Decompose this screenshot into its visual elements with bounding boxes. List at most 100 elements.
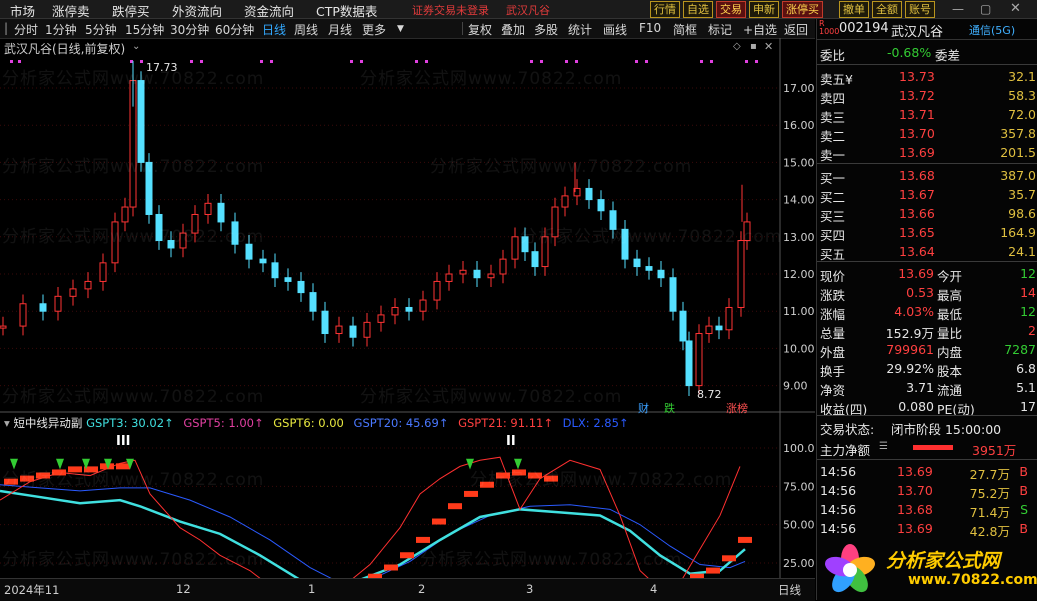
tool-back[interactable]: 返回 <box>784 21 808 38</box>
ask-row[interactable]: 卖三 13.71 72.0 <box>817 105 1037 125</box>
candle[interactable] <box>111 221 119 264</box>
stat-row[interactable]: 涨跌 0.53 最高 14 <box>817 283 1037 303</box>
tool-draw-line[interactable]: 画线 <box>603 21 627 38</box>
mainflow-menu-icon[interactable]: ☰ <box>879 441 888 452</box>
candle[interactable] <box>695 333 703 387</box>
window-restore-icon[interactable]: ▢ <box>980 2 991 16</box>
ask-row[interactable]: 卖四 13.72 58.3 <box>817 86 1037 106</box>
menu-item-limitup-sell[interactable]: 涨停卖 <box>52 1 90 20</box>
candle[interactable] <box>245 243 253 260</box>
candle[interactable] <box>473 269 481 279</box>
badge-finance[interactable]: 财 <box>638 400 649 416</box>
btn-cancel-order[interactable]: 撤单 <box>839 1 869 18</box>
candle[interactable] <box>679 310 687 342</box>
candle[interactable] <box>551 206 559 238</box>
candle[interactable] <box>271 262 279 279</box>
candle[interactable] <box>585 187 593 201</box>
menu-item-market[interactable]: 市场 <box>10 1 35 20</box>
candle[interactable] <box>633 258 641 268</box>
tool-restore-rights[interactable]: 复权 <box>468 21 492 38</box>
candle[interactable] <box>499 258 507 275</box>
candle[interactable] <box>669 277 677 312</box>
candle[interactable] <box>737 240 745 308</box>
diamond-icon[interactable]: ◇ <box>733 41 741 52</box>
candle[interactable] <box>284 277 292 282</box>
tool-add-watchlist[interactable]: +自选 <box>743 21 777 38</box>
candle[interactable] <box>145 161 153 215</box>
candle[interactable] <box>121 206 129 223</box>
login-notice[interactable]: 证券交易未登录 <box>412 2 489 18</box>
candle[interactable] <box>419 299 427 312</box>
toolbar-collapse-icon[interactable]: | <box>4 21 8 35</box>
candle[interactable] <box>167 240 175 249</box>
tool-statistics[interactable]: 统计 <box>568 21 592 38</box>
tool-overlay[interactable]: 叠加 <box>501 21 525 38</box>
candle[interactable] <box>0 325 7 329</box>
bid-row[interactable]: 买二 13.67 35.7 <box>817 185 1037 205</box>
candle[interactable] <box>19 303 27 327</box>
stat-row[interactable]: 换手 29.92% 股本 6.8 <box>817 359 1037 379</box>
candle[interactable] <box>459 269 467 275</box>
candle[interactable] <box>349 325 357 338</box>
tab-15min[interactable]: 15分钟 <box>125 21 164 38</box>
candle[interactable] <box>321 310 329 335</box>
tool-mark[interactable]: 标记 <box>708 21 732 38</box>
badge-top-list[interactable]: 涨榜 <box>726 400 748 416</box>
tab-intraday[interactable]: 分时 <box>14 21 38 38</box>
candle[interactable] <box>725 306 733 331</box>
stat-row[interactable]: 涨幅 4.03% 最低 12 <box>817 302 1037 322</box>
badge-fall[interactable]: 跌 <box>664 400 675 416</box>
tick-row[interactable]: 14:56 13.69 27.7万 B <box>817 462 1037 482</box>
candle[interactable] <box>621 228 629 260</box>
candle[interactable] <box>609 210 617 230</box>
menu-item-limitdown-buy[interactable]: 跌停买 <box>112 1 150 20</box>
ask-row[interactable]: 卖二 13.70 357.8 <box>817 124 1037 144</box>
industry-tag[interactable]: 通信(5G) <box>969 22 1015 38</box>
title-options-icon[interactable]: ⌄ <box>132 41 140 52</box>
candle[interactable] <box>391 306 399 316</box>
stat-row[interactable]: 现价 13.69 今开 12 <box>817 264 1037 284</box>
candle[interactable] <box>445 273 453 282</box>
tab-more[interactable]: 更多 <box>362 21 386 38</box>
candle[interactable] <box>297 280 305 294</box>
sub-chart-name[interactable]: 短中线异动副 <box>13 416 82 430</box>
candle[interactable] <box>405 306 413 312</box>
tab-monthly[interactable]: 月线 <box>328 21 352 38</box>
candle[interactable] <box>363 321 371 338</box>
candle[interactable] <box>657 269 665 279</box>
candle[interactable] <box>99 262 107 282</box>
tool-multi-stock[interactable]: 多股 <box>534 21 558 38</box>
window-close-icon[interactable]: ✕ <box>1010 1 1021 16</box>
btn-full[interactable]: 全额 <box>872 1 902 18</box>
menu-item-foreign-flow[interactable]: 外资流向 <box>172 1 222 20</box>
candle[interactable] <box>217 202 225 223</box>
stat-row[interactable]: 总量 152.9万 量比 2 <box>817 321 1037 341</box>
candle[interactable] <box>377 314 385 323</box>
main-chart-close-icon[interactable]: ✕ <box>764 40 773 53</box>
candle[interactable] <box>259 258 267 264</box>
bid-row[interactable]: 买五 13.64 24.1 <box>817 242 1037 262</box>
candle[interactable] <box>541 236 549 268</box>
bid-row[interactable]: 买四 13.65 164.9 <box>817 223 1037 243</box>
candle[interactable] <box>521 236 529 253</box>
candle[interactable] <box>191 213 199 234</box>
btn-trade[interactable]: 交易 <box>716 1 746 18</box>
tab-5min[interactable]: 5分钟 <box>85 21 117 38</box>
window-minimize-icon[interactable]: — <box>952 2 964 16</box>
tick-row[interactable]: 14:56 13.69 42.8万 B <box>817 519 1037 539</box>
candle[interactable] <box>39 303 47 312</box>
candle[interactable] <box>531 251 539 268</box>
tab-weekly[interactable]: 周线 <box>294 21 318 38</box>
candle[interactable] <box>137 80 145 163</box>
tab-1min[interactable]: 1分钟 <box>45 21 77 38</box>
candle[interactable] <box>204 202 212 215</box>
candle[interactable] <box>309 292 317 312</box>
menu-item-ctp-table[interactable]: CTP数据表 <box>316 1 377 20</box>
more-chevron-icon[interactable]: ▼ <box>397 24 404 34</box>
btn-quote[interactable]: 行情 <box>650 1 680 18</box>
candle[interactable] <box>645 266 653 271</box>
stock-name[interactable]: 武汉凡谷 <box>891 21 943 40</box>
ask-row[interactable]: 卖五¥ 13.73 32.1 <box>817 67 1037 87</box>
tool-f10[interactable]: F10 <box>639 21 661 35</box>
sub-chart-settings-icon[interactable]: ▾ <box>4 416 10 430</box>
